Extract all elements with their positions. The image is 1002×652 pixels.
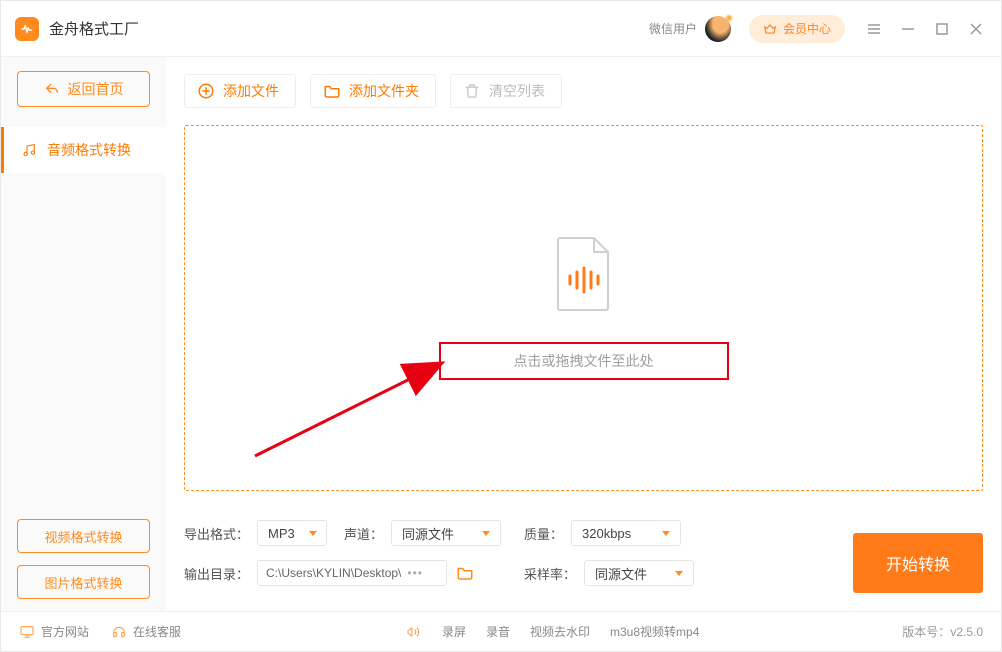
close-icon[interactable] bbox=[969, 22, 983, 36]
folder-icon bbox=[323, 82, 341, 100]
start-convert-button[interactable]: 开始转换 bbox=[853, 533, 983, 593]
user-label: 微信用户 bbox=[649, 20, 697, 37]
member-label: 会员中心 bbox=[783, 20, 831, 37]
clear-list-label: 清空列表 bbox=[489, 81, 545, 101]
add-file-label: 添加文件 bbox=[223, 81, 279, 101]
avatar[interactable] bbox=[705, 16, 731, 42]
export-format-select[interactable]: MP3 bbox=[257, 520, 327, 546]
sidebar-item-label: 音频格式转换 bbox=[47, 140, 131, 160]
channel-select[interactable]: 同源文件 bbox=[391, 520, 501, 546]
quality-select[interactable]: 320kbps bbox=[571, 520, 681, 546]
app-window: 金舟格式工厂 微信用户 会员中心 返回首页 音频格式转换 bbox=[0, 0, 1002, 652]
chevron-down-icon bbox=[482, 531, 490, 536]
back-icon bbox=[44, 81, 60, 97]
add-folder-label: 添加文件夹 bbox=[349, 81, 419, 101]
footer-quick-links: 录屏 录音 视频去水印 m3u8视频转mp4 bbox=[406, 623, 699, 640]
toolbar: 添加文件 添加文件夹 清空列表 bbox=[184, 57, 983, 125]
back-home-button[interactable]: 返回首页 bbox=[17, 71, 150, 107]
chevron-down-icon bbox=[675, 571, 683, 576]
audio-file-icon bbox=[554, 236, 614, 312]
monitor-icon bbox=[19, 624, 35, 640]
official-site-link[interactable]: 官方网站 bbox=[19, 623, 89, 640]
sidebar-item-audio-convert[interactable]: 音频格式转换 bbox=[1, 127, 166, 173]
horn-icon bbox=[406, 624, 422, 640]
add-folder-button[interactable]: 添加文件夹 bbox=[310, 74, 436, 108]
online-service-link[interactable]: 在线客服 bbox=[111, 623, 181, 640]
chevron-down-icon bbox=[309, 531, 317, 536]
channel-label: 声道： bbox=[344, 524, 383, 543]
export-format-label: 导出格式： bbox=[184, 524, 249, 543]
footer-link-remove-watermark[interactable]: 视频去水印 bbox=[530, 623, 590, 640]
plus-circle-icon bbox=[197, 82, 215, 100]
footer: 官方网站 在线客服 录屏 录音 视频去水印 m3u8视频转mp4 版本号：v2.… bbox=[1, 611, 1001, 651]
member-center-button[interactable]: 会员中心 bbox=[749, 15, 845, 43]
back-home-label: 返回首页 bbox=[68, 79, 124, 99]
footer-link-m3u8[interactable]: m3u8视频转mp4 bbox=[610, 623, 699, 640]
minimize-icon[interactable] bbox=[901, 22, 915, 36]
quality-label: 质量： bbox=[524, 524, 563, 543]
output-dir-label: 输出目录： bbox=[184, 564, 249, 583]
drop-hint-box[interactable]: 点击或拖拽文件至此处 bbox=[439, 342, 729, 380]
ellipsis-icon: ••• bbox=[407, 566, 423, 580]
chevron-down-icon bbox=[662, 531, 670, 536]
footer-link-record-audio[interactable]: 录音 bbox=[486, 623, 510, 640]
user-area: 微信用户 会员中心 bbox=[649, 15, 845, 43]
settings-panel: 导出格式： MP3 声道： 同源文件 质量： 32 bbox=[184, 505, 983, 611]
maximize-icon[interactable] bbox=[935, 22, 949, 36]
titlebar: 金舟格式工厂 微信用户 会员中心 bbox=[1, 1, 1001, 57]
drop-zone[interactable]: 点击或拖拽文件至此处 bbox=[184, 125, 983, 491]
sample-rate-label: 采样率： bbox=[524, 564, 576, 583]
trash-icon bbox=[463, 82, 481, 100]
image-convert-button[interactable]: 图片格式转换 bbox=[17, 565, 150, 599]
sample-rate-select[interactable]: 同源文件 bbox=[584, 560, 694, 586]
app-logo-icon bbox=[15, 17, 39, 41]
output-dir-input[interactable]: C:\Users\KYLIN\Desktop\ ••• bbox=[257, 560, 447, 586]
video-convert-button[interactable]: 视频格式转换 bbox=[17, 519, 150, 553]
drop-hint-text: 点击或拖拽文件至此处 bbox=[514, 351, 654, 371]
window-controls bbox=[867, 22, 983, 36]
add-file-button[interactable]: 添加文件 bbox=[184, 74, 296, 108]
clear-list-button[interactable]: 清空列表 bbox=[450, 74, 562, 108]
headset-icon bbox=[111, 624, 127, 640]
crown-icon bbox=[763, 22, 777, 36]
open-folder-button[interactable] bbox=[455, 564, 475, 582]
footer-link-record-screen[interactable]: 录屏 bbox=[442, 623, 466, 640]
audio-icon bbox=[21, 142, 37, 158]
menu-icon[interactable] bbox=[867, 22, 881, 36]
sidebar: 返回首页 音频格式转换 视频格式转换 图片格式转换 bbox=[1, 57, 166, 611]
version-label: 版本号：v2.5.0 bbox=[902, 623, 983, 640]
main-area: 添加文件 添加文件夹 清空列表 bbox=[166, 57, 1001, 611]
app-title: 金舟格式工厂 bbox=[49, 18, 139, 39]
